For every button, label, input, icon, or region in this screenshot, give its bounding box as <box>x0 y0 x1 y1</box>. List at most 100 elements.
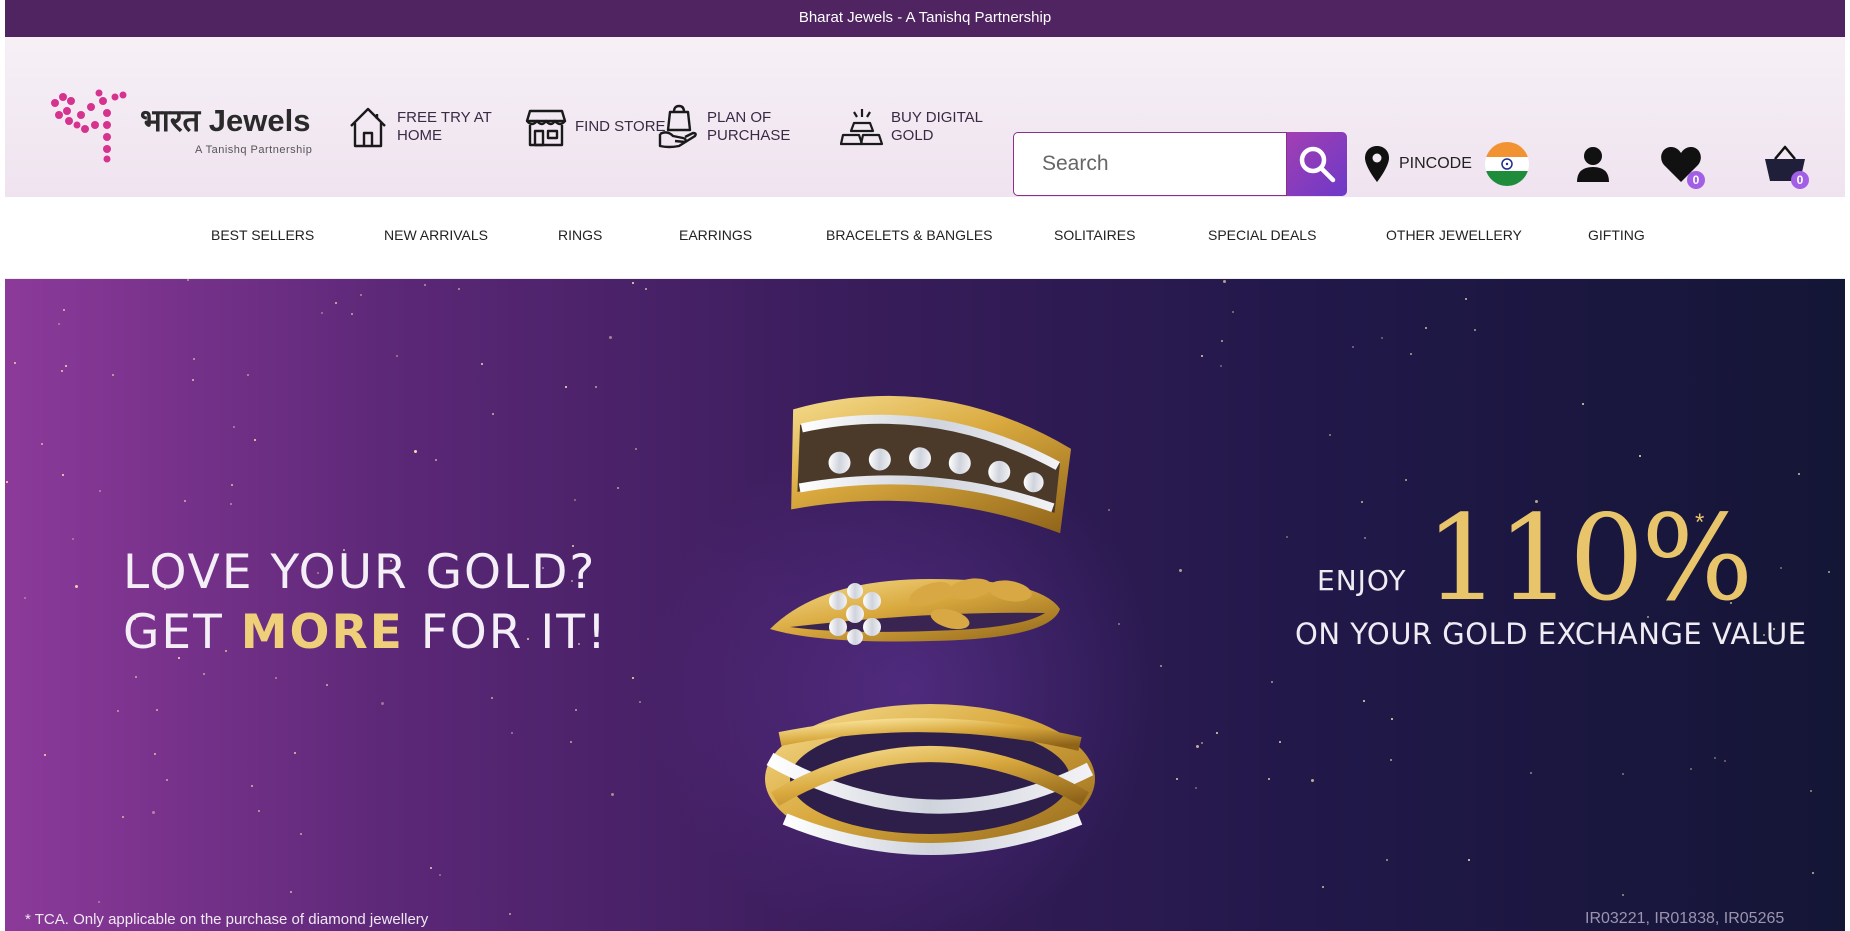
sparkle-dot <box>166 779 168 781</box>
sparkle-dot <box>192 379 194 381</box>
sparkle-dot <box>187 279 189 281</box>
sparkle-dot <box>258 810 260 812</box>
search-input[interactable] <box>1013 132 1287 196</box>
sparkle-dot <box>1474 329 1476 331</box>
nav-item-rings[interactable]: RINGS <box>558 227 602 243</box>
nav-item-other-jewellery[interactable]: OTHER JEWELLERY <box>1386 227 1522 243</box>
gold-bars-icon <box>839 102 885 152</box>
sparkle-dot <box>275 677 277 679</box>
sparkle-dot <box>511 732 513 734</box>
offer-asterisk: * <box>1695 509 1705 536</box>
nav-item-new-arrivals[interactable]: NEW ARRIVALS <box>384 227 488 243</box>
sparkle-dot <box>1268 778 1270 780</box>
india-flag-icon[interactable] <box>1485 142 1529 186</box>
terms-note: * TCA. Only applicable on the purchase o… <box>25 911 429 928</box>
nav-item-bracelets-bangles[interactable]: BRACELETS & BANGLES <box>826 227 993 243</box>
sparkle-dot <box>639 701 641 703</box>
sparkle-dot <box>154 753 156 755</box>
sparkle-dot <box>1221 340 1223 342</box>
sparkle-dot <box>458 288 460 290</box>
sparkle-dot <box>122 816 124 818</box>
category-nav: BEST SELLERS NEW ARRIVALS RINGS EARRINGS… <box>5 197 1845 279</box>
hero-banner[interactable]: LOVE YOUR GOLD? GET MORE FOR IT! ENJOY 1… <box>5 279 1845 931</box>
sparkle-dot <box>294 752 296 754</box>
sparkle-dot <box>424 284 426 286</box>
sparkle-dot <box>574 499 576 501</box>
nav-item-gifting[interactable]: GIFTING <box>1588 227 1645 243</box>
brand-logo[interactable]: भारत Jewels A Tanishq Partnership <box>45 85 345 165</box>
sparkle-dot <box>1196 745 1199 748</box>
sparkle-dot <box>251 785 253 787</box>
sparkle-dot <box>1201 355 1203 357</box>
logo-tagline: A Tanishq Partnership <box>195 144 313 156</box>
sparkle-dot <box>112 374 114 376</box>
wishlist-button[interactable]: 0 <box>1653 137 1709 191</box>
sparkle-dot <box>430 867 432 869</box>
sparkle-dot <box>233 426 235 428</box>
sparkle-dot <box>1405 479 1407 481</box>
sparkle-dot <box>98 901 100 903</box>
sparkle-dot <box>1425 327 1427 329</box>
sparkle-dot <box>1232 311 1234 313</box>
sparkle-dot <box>63 309 65 311</box>
sparkle-dot <box>1828 571 1830 573</box>
sparkle-dot <box>1780 567 1782 569</box>
sparkle-dot <box>491 697 493 699</box>
announcement-bar: Bharat Jewels - A Tanishq Partnership <box>5 0 1845 37</box>
sparkle-dot <box>617 487 619 489</box>
wishlist-count-badge: 0 <box>1687 171 1705 189</box>
pincode-selector[interactable]: PINCODE <box>1365 143 1472 185</box>
sparkle-dot <box>381 702 384 705</box>
sparkle-dot <box>14 362 16 364</box>
buy-digital-gold-link[interactable]: BUY DIGITAL GOLD <box>839 99 1006 155</box>
hero-line2-before: GET <box>123 605 241 660</box>
sparkle-dot <box>1363 700 1365 702</box>
sparkle-dot <box>321 312 323 314</box>
sparkle-dot <box>1195 787 1197 789</box>
sparkle-dot <box>335 302 337 304</box>
sparkle-dot <box>1322 886 1324 888</box>
sparkle-dot <box>351 313 353 315</box>
sparkle-dot <box>1176 778 1178 780</box>
account-button[interactable] <box>1565 137 1621 191</box>
sparkle-dot <box>231 484 233 486</box>
sparkle-dot <box>6 481 8 483</box>
sparkle-dot <box>1810 790 1812 792</box>
hero-line2-after: FOR IT! <box>403 605 608 660</box>
sparkle-dot <box>1639 455 1641 457</box>
nav-item-best-sellers[interactable]: BEST SELLERS <box>211 227 314 243</box>
nav-item-solitaires[interactable]: SOLITAIRES <box>1054 227 1135 243</box>
sparkle-dot <box>135 676 137 678</box>
sparkle-dot <box>1364 537 1366 539</box>
plan-of-purchase-link[interactable]: PLAN OF PURCHASE <box>655 99 822 155</box>
site-header: भारत Jewels A Tanishq Partnership FREE T… <box>5 37 1845 197</box>
sparkle-dot <box>72 538 74 540</box>
nav-item-earrings[interactable]: EARRINGS <box>679 227 752 243</box>
sparkle-dot <box>1179 569 1182 572</box>
sparkle-dot <box>492 413 494 415</box>
sparkle-dot <box>1468 859 1470 861</box>
sparkle-dot <box>360 294 362 296</box>
search-button[interactable] <box>1287 132 1347 196</box>
nav-item-special-deals[interactable]: SPECIAL DEALS <box>1208 227 1316 243</box>
sparkle-dot <box>1361 501 1363 503</box>
logo-name: भारत Jewels <box>140 103 311 138</box>
sparkle-dot <box>1352 346 1354 348</box>
offer-enjoy: ENJOY <box>1317 564 1407 597</box>
sparkle-dot <box>1223 280 1226 283</box>
free-try-at-home-link[interactable]: FREE TRY AT HOME <box>345 99 512 155</box>
sparkle-dot <box>595 386 597 388</box>
sparkle-dot <box>152 811 155 814</box>
search-bar <box>1013 132 1347 196</box>
sparkle-dot <box>1329 434 1331 436</box>
sparkle-dot <box>62 474 64 476</box>
sparkle-dot <box>439 874 441 876</box>
cart-button[interactable]: 0 <box>1757 137 1813 191</box>
sparkle-dot <box>247 374 249 376</box>
sparkle-dot <box>414 450 417 453</box>
home-icon <box>345 102 391 152</box>
sparkle-dot <box>75 585 78 588</box>
sparkle-dot <box>1386 859 1388 861</box>
sparkle-dot <box>609 336 612 339</box>
free-try-at-home-label: FREE TRY AT HOME <box>397 109 492 144</box>
